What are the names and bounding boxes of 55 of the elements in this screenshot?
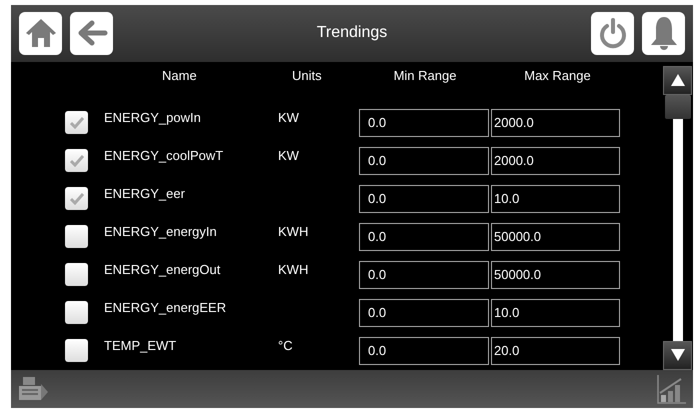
scroll-up-button[interactable]: [663, 66, 692, 95]
max-range-field[interactable]: 50000.0: [491, 260, 620, 289]
back-button[interactable]: [70, 12, 113, 55]
unit-label: KWH: [278, 222, 310, 239]
unit-label: °C: [278, 336, 294, 353]
scroll-down-button[interactable]: [663, 340, 692, 370]
checkbox[interactable]: [65, 111, 88, 134]
min-range-field[interactable]: 0.0: [359, 298, 489, 327]
screen-title: Trendings: [316, 24, 388, 42]
column-header: Min Range: [392, 68, 458, 84]
checkbox[interactable]: [65, 225, 88, 248]
home-button[interactable]: [19, 12, 62, 55]
check-icon: [70, 192, 84, 205]
column-header: Name: [161, 68, 198, 84]
column-header: Max Range: [523, 68, 592, 84]
variable-name: TEMP_EWT: [104, 336, 178, 353]
checkbox[interactable]: [65, 339, 88, 362]
max-range-field[interactable]: 10.0: [491, 298, 620, 327]
scroll-thumb[interactable]: [664, 94, 690, 119]
min-range-field[interactable]: 0.0: [359, 108, 489, 137]
check-icon: [70, 154, 84, 167]
checkbox[interactable]: [65, 187, 88, 210]
column-header: Units: [291, 68, 323, 84]
checkbox[interactable]: [65, 263, 88, 286]
checkbox[interactable]: [65, 301, 88, 324]
min-range-field[interactable]: 0.0: [359, 260, 489, 289]
min-range-field[interactable]: 0.0: [359, 184, 489, 213]
unit-label: KW: [278, 146, 300, 163]
chart-button[interactable]: [655, 372, 687, 405]
check-icon: [70, 116, 84, 129]
variable-name: ENERGY_energEER: [104, 298, 228, 315]
bar-chart-icon: [655, 372, 687, 405]
variable-name: ENERGY_energOut: [104, 260, 222, 277]
max-range-field[interactable]: 10.0: [491, 184, 620, 213]
unit-label: KWH: [278, 260, 310, 277]
min-range-field[interactable]: 0.0: [359, 222, 489, 251]
max-range-field[interactable]: 2000.0: [491, 108, 620, 137]
variable-name: ENERGY_powIn: [104, 108, 202, 125]
alarm-button[interactable]: [642, 12, 685, 55]
variable-name: ENERGY_coolPowT: [104, 146, 224, 163]
max-range-field[interactable]: 50000.0: [491, 222, 620, 251]
save-button[interactable]: [17, 376, 49, 402]
bell-icon: [648, 15, 678, 52]
unit-label: KW: [278, 108, 300, 125]
variable-name: ENERGY_energyIn: [104, 222, 218, 239]
min-range-field[interactable]: 0.0: [359, 336, 489, 365]
max-range-field[interactable]: 20.0: [491, 336, 620, 365]
down-triangle-icon: [670, 349, 684, 362]
variable-name: ENERGY_eer: [104, 184, 186, 201]
save-export-icon: [17, 376, 49, 402]
up-triangle-icon: [670, 74, 684, 86]
checkbox[interactable]: [65, 149, 88, 172]
max-range-field[interactable]: 2000.0: [491, 146, 620, 175]
min-range-field[interactable]: 0.0: [359, 146, 489, 175]
power-button[interactable]: [591, 12, 634, 55]
